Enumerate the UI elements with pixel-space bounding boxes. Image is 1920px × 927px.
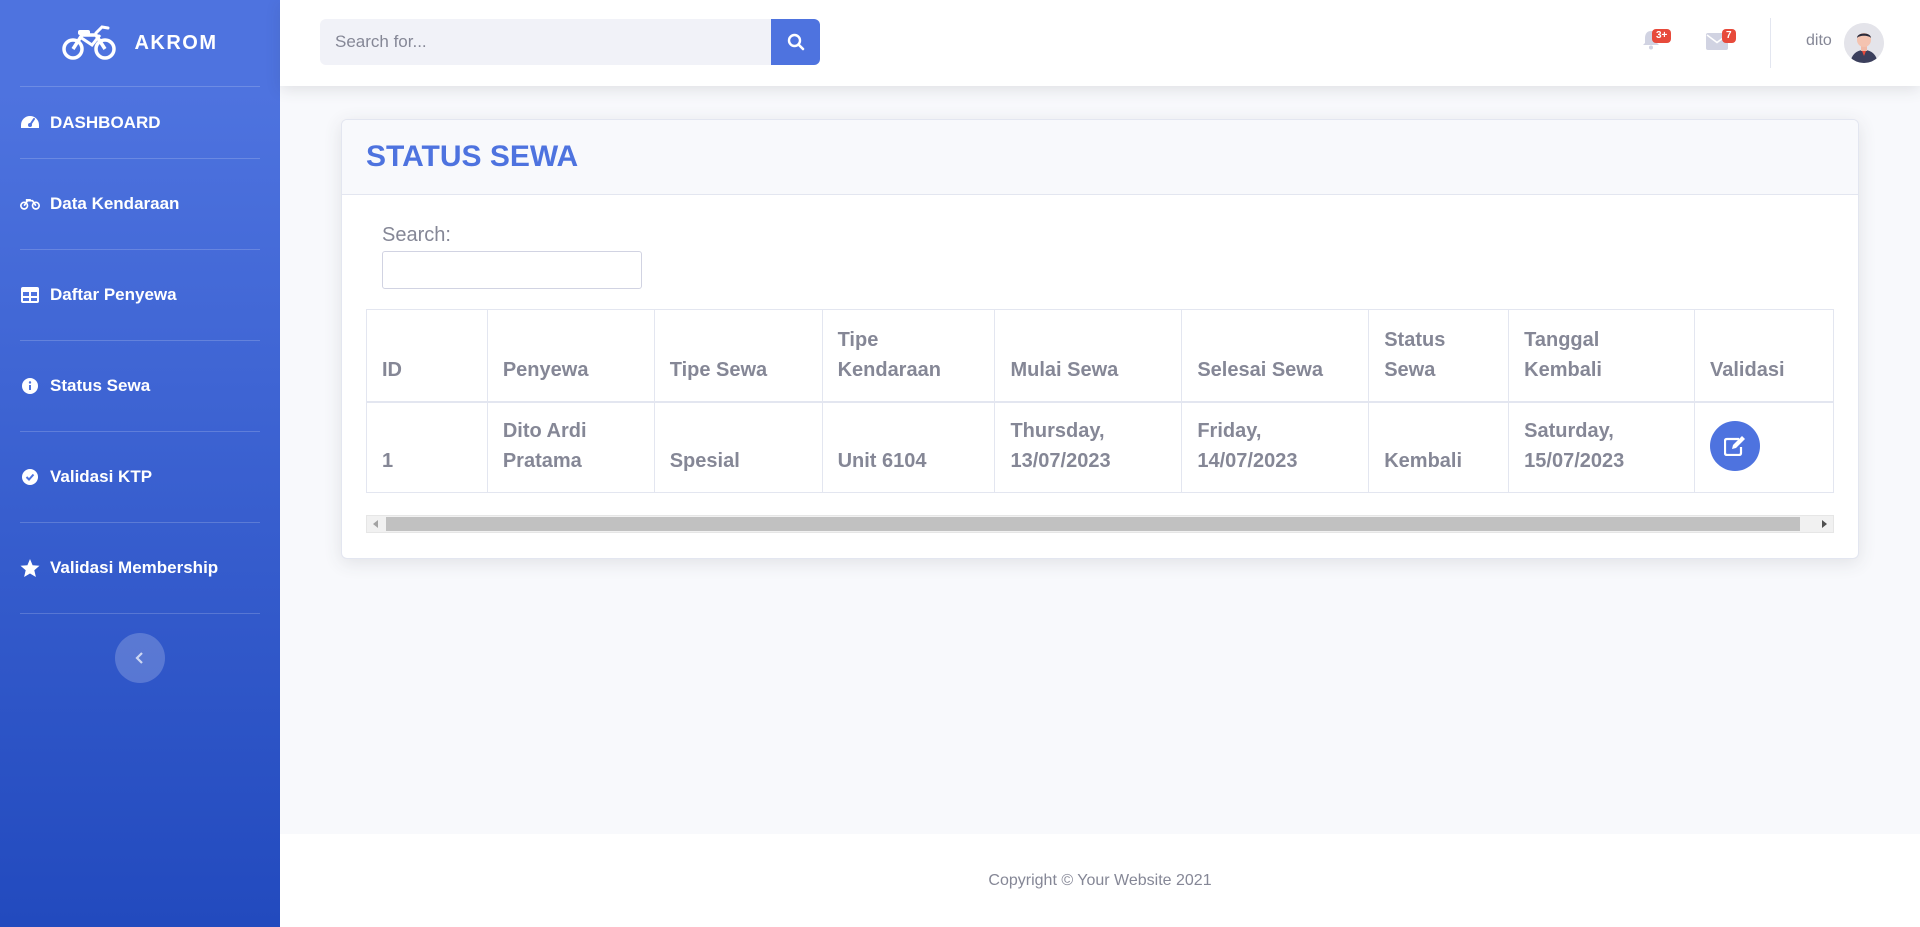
table-icon [20,285,40,305]
cell-penyewa: Dito Ardi Pratama [486,401,655,493]
cell-tanggal-kembali: Saturday, 15/07/2023 [1508,401,1696,493]
sidebar-toggle-wrap [0,614,280,683]
search-group [320,19,820,65]
status-sewa-card: STATUS SEWA Search: ID Penyewa Tipe Sewa… [341,119,1859,559]
column-header-tanggal-kembali[interactable]: Tanggal Kembali [1508,309,1696,403]
cell-mulai-sewa: Thursday, 13/07/2023 [994,401,1183,493]
avatar[interactable] [1844,23,1884,63]
cell-tipe-sewa: Spesial [653,401,823,493]
footer: Copyright © Your Website 2021 [280,834,1920,927]
sidebar-item-validasi-ktp[interactable]: Validasi KTP [0,432,280,522]
sidebar-item-data-kendaraan[interactable]: Data Kendaraan [0,159,280,249]
horizontal-scrollbar[interactable] [366,515,1834,533]
sidebar: AKROM DASHBOARD Data Kendaraan Daftar Pe… [0,0,280,927]
page-title: STATUS SEWA [366,140,579,173]
triangle-left-icon [373,520,378,528]
column-header-selesai-sewa[interactable]: Selesai Sewa [1181,309,1370,403]
sidebar-item-label: Daftar Penyewa [50,285,177,304]
check-circle-icon [20,467,40,487]
search-icon [787,33,804,51]
card-header: STATUS SEWA [342,120,1858,195]
sidebar-item-dashboard[interactable]: DASHBOARD [0,87,280,158]
cell-status-sewa: Kembali [1368,401,1510,493]
scroll-right-arrow[interactable] [1815,516,1833,532]
validate-button[interactable] [1710,421,1761,472]
info-circle-icon [20,376,40,396]
sidebar-toggle-button[interactable] [115,633,165,683]
sidebar-item-label: Status Sewa [50,376,151,395]
sidebar-item-label: DASHBOARD [50,112,161,132]
table-row: 1 Dito Ardi Pratama Spesial Unit 6104 Th… [366,401,1834,493]
alerts-button[interactable]: 3+ [1642,29,1672,54]
table-header-row: ID Penyewa Tipe Sewa Tipe Kendaraan Mula… [366,309,1834,403]
cell-validasi [1694,401,1834,493]
cell-tipe-kendaraan: Unit 6104 [821,401,996,493]
topbar: 3+ 7 dito [280,0,1920,86]
column-header-status-sewa[interactable]: Status Sewa [1368,309,1510,403]
edit-icon [1724,436,1746,457]
topbar-divider [1770,18,1771,68]
table-wrapper: ID Penyewa Tipe Sewa Tipe Kendaraan Mula… [366,309,1834,493]
motorcycle-icon [62,25,117,60]
sidebar-item-validasi-membership[interactable]: Validasi Membership [0,523,280,613]
sidebar-item-daftar-penyewa[interactable]: Daftar Penyewa [0,250,280,340]
sidebar-item-status-sewa[interactable]: Status Sewa [0,341,280,431]
user-avatar-icon [1844,23,1884,63]
cell-selesai-sewa: Friday, 14/07/2023 [1181,401,1370,493]
column-header-tipe-sewa[interactable]: Tipe Sewa [653,309,823,403]
copyright-text: Copyright © Your Website 2021 [988,871,1212,889]
search-button[interactable] [771,19,820,65]
scrollbar-thumb[interactable] [386,517,1800,531]
sidebar-item-label: Validasi Membership [50,558,219,577]
alerts-badge: 3+ [1652,29,1672,43]
tachometer-icon [20,113,40,133]
brand-name: AKROM [134,31,218,54]
messages-button[interactable]: 7 [1706,29,1736,54]
chevron-left-icon [135,652,143,664]
triangle-right-icon [1822,520,1827,528]
sidebar-item-label: Data Kendaraan [50,194,180,213]
column-header-tipe-kendaraan[interactable]: Tipe Kendaraan [821,309,996,403]
column-header-id[interactable]: ID [366,309,488,403]
status-sewa-table: ID Penyewa Tipe Sewa Tipe Kendaraan Mula… [366,309,1834,493]
scroll-left-arrow[interactable] [367,516,385,532]
table-search-input[interactable] [382,251,642,289]
table-search-label: Search: [382,224,451,246]
star-icon [20,558,40,578]
messages-badge: 7 [1722,29,1736,43]
user-name[interactable]: dito [1806,32,1832,50]
column-header-validasi[interactable]: Validasi [1694,309,1834,403]
sidebar-item-label: Validasi KTP [50,467,153,486]
motorcycle-icon [20,194,40,214]
cell-id: 1 [366,401,488,493]
column-header-penyewa[interactable]: Penyewa [486,309,655,403]
column-header-mulai-sewa[interactable]: Mulai Sewa [994,309,1183,403]
search-input[interactable] [320,19,771,65]
brand[interactable]: AKROM [0,0,280,86]
